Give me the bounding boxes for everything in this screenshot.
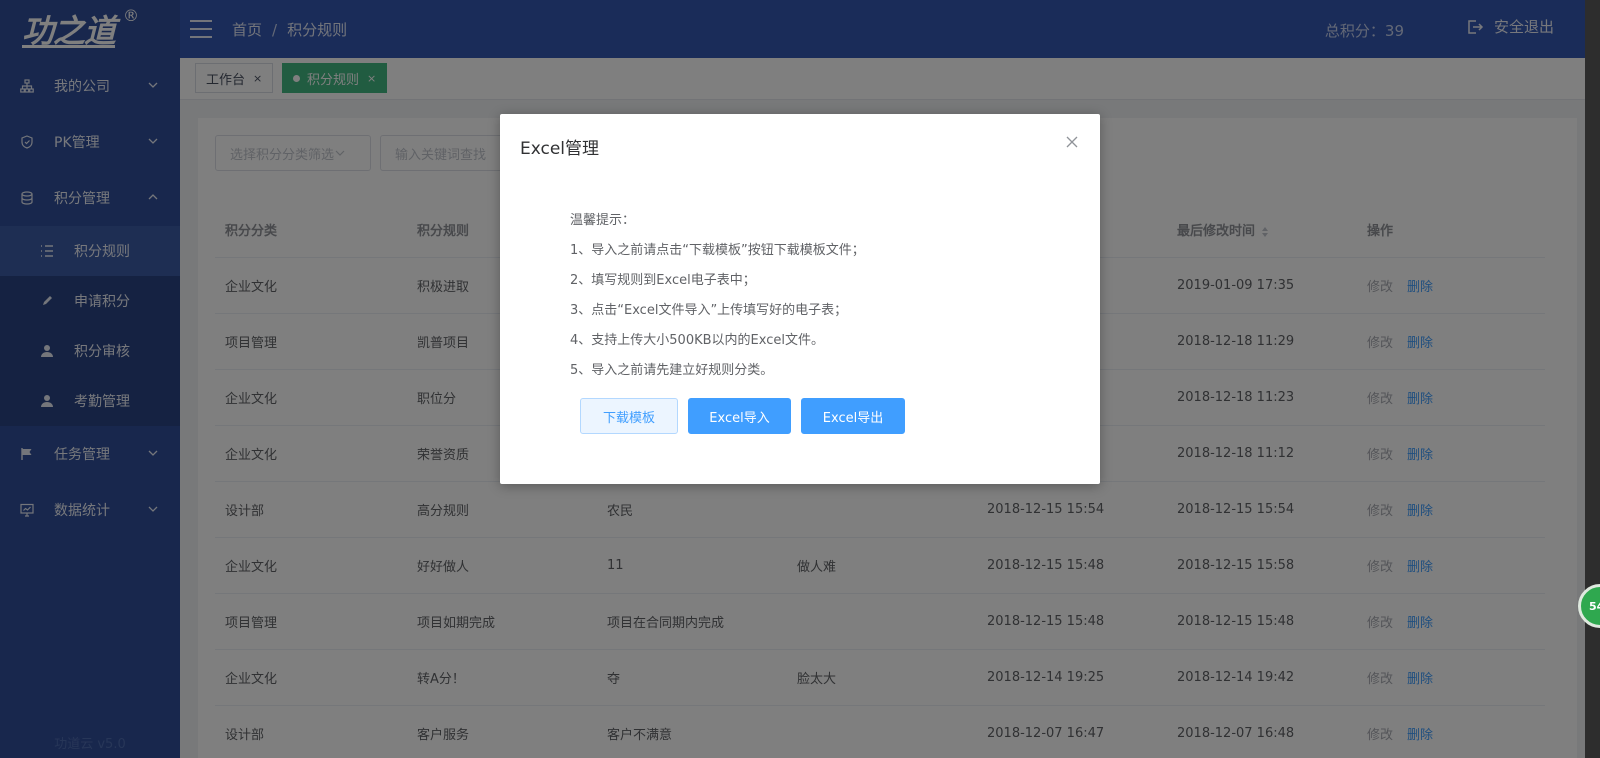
tips-block: 温馨提示： 1、导入之前请点击“下载模板”按钮下载模板文件； 2、填写规则到Ex… [570,206,865,386]
tip-line: 2、填写规则到Excel电子表中； [570,273,756,288]
excel-export-button[interactable]: Excel导出 [801,398,905,434]
download-template-button[interactable]: 下载模板 [580,398,678,434]
excel-import-button[interactable]: Excel导入 [688,398,791,434]
tip-line: 5、导入之前请先建立好规则分类。 [570,363,774,378]
tip-line: 4、支持上传大小500KB以内的Excel文件。 [570,333,824,348]
tip-line: 3、点击“Excel文件导入”上传填写好的电子表； [570,303,848,318]
tip-line: 温馨提示： [570,213,636,228]
dialog-title: Excel管理 [520,139,600,159]
excel-management-dialog: Excel管理 温馨提示： 1、导入之前请点击“下载模板”按钮下载模板文件； 2… [500,114,1100,484]
tip-line: 1、导入之前请点击“下载模板”按钮下载模板文件； [570,243,865,258]
close-icon[interactable] [1064,134,1080,150]
